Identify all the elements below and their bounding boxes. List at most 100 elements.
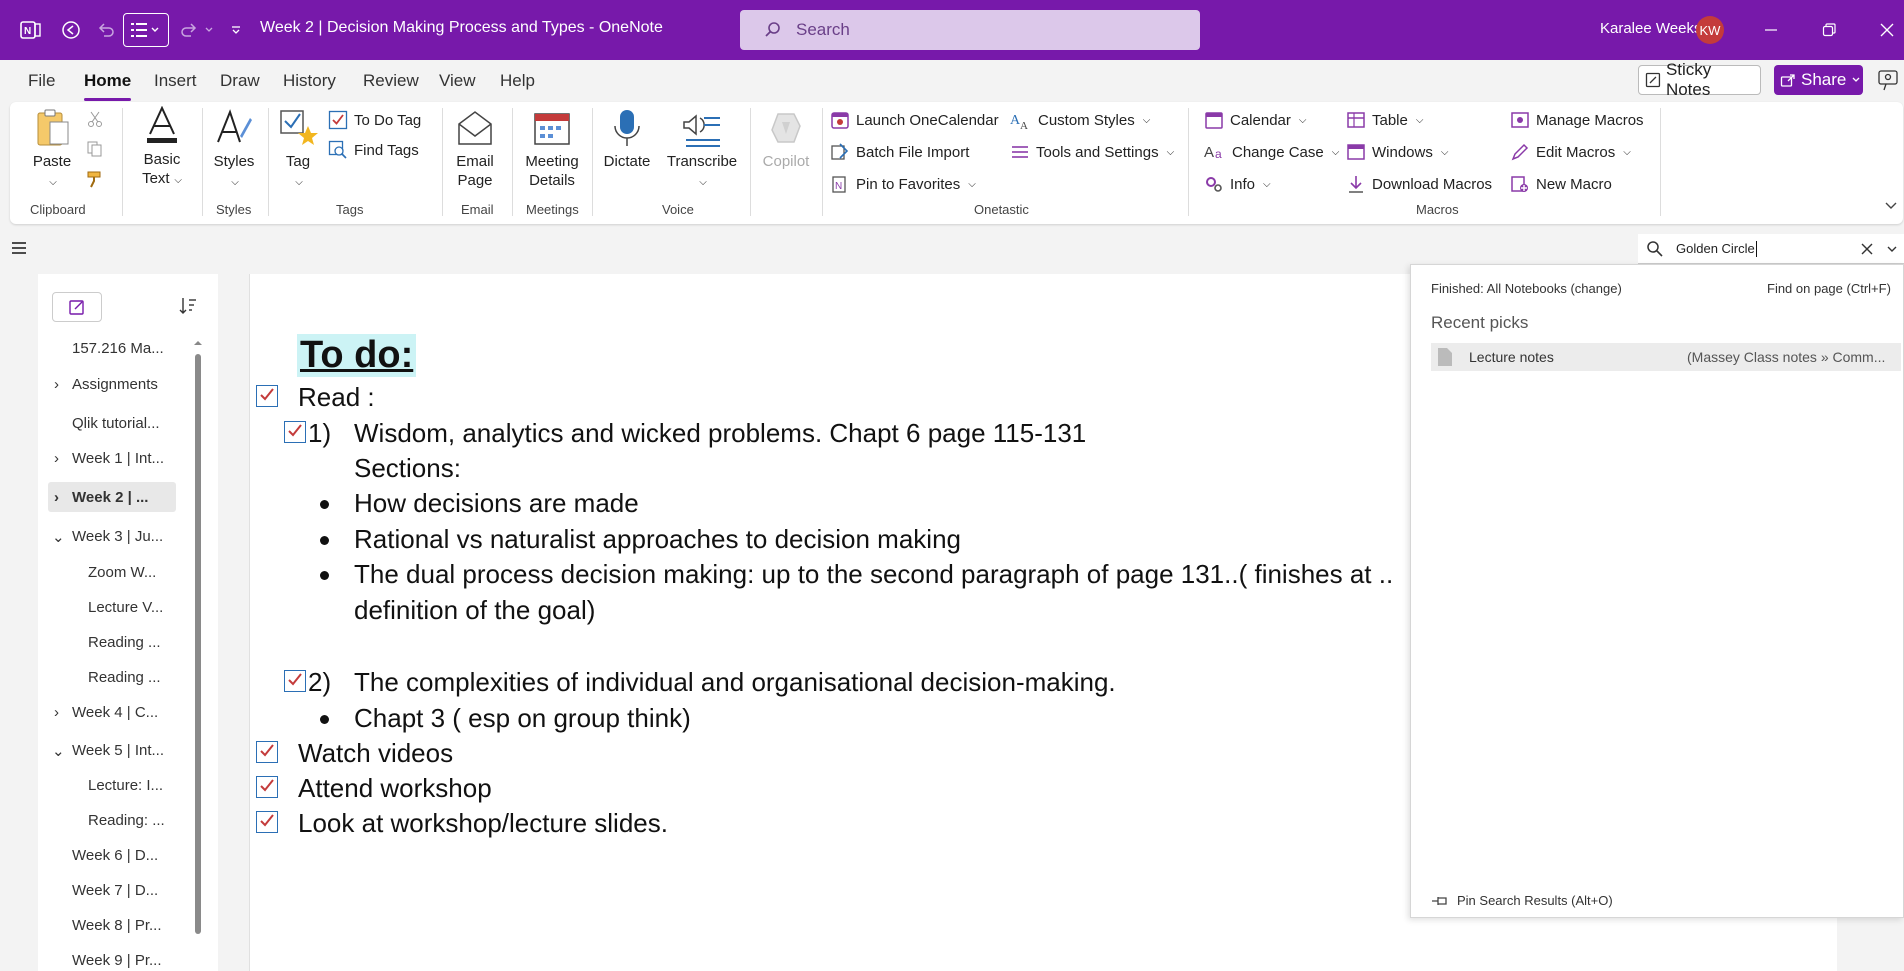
clear-search-icon[interactable] [1860, 242, 1874, 259]
tab-review[interactable]: Review [363, 71, 419, 91]
cut-icon[interactable] [86, 110, 104, 133]
search-scope-status[interactable]: Finished: All Notebooks (change) [1431, 281, 1622, 296]
page-item[interactable]: Week 9 | Pr... [72, 952, 162, 969]
email-page-button[interactable]: Email Page [450, 108, 500, 190]
page-item[interactable]: Reading ... [88, 669, 161, 686]
calendar-macro-button[interactable]: Calendar ⌵ [1204, 110, 1306, 130]
transcribe-button[interactable]: Transcribe ⌵ [660, 108, 744, 192]
note-item-2[interactable]: The complexities of individual and organ… [354, 667, 1116, 698]
page-item[interactable]: Assignments [72, 376, 158, 393]
page-item[interactable]: Zoom W... [88, 564, 156, 581]
tab-insert[interactable]: Insert [154, 71, 197, 91]
page-item[interactable]: Lecture V... [88, 599, 163, 616]
search-result-row[interactable]: Lecture notes (Massey Class notes » Comm… [1431, 343, 1901, 371]
launch-onecalendar-button[interactable]: Launch OneCalendar [830, 110, 999, 130]
manage-macros-button[interactable]: Manage Macros [1510, 110, 1644, 130]
note-sections[interactable]: Sections: [354, 453, 461, 484]
back-icon[interactable] [56, 14, 86, 46]
page-item[interactable]: Week 6 | D... [72, 847, 158, 864]
restore-icon[interactable] [1814, 14, 1844, 46]
basic-text-button[interactable]: Basic Text ⌵ [128, 106, 196, 190]
section-collapse-icon[interactable]: ⌄ [52, 528, 65, 546]
todo-checkbox[interactable] [256, 811, 278, 833]
pin-search-results-button[interactable]: Pin Search Results (Alt+O) [1431, 893, 1613, 908]
note-look-at-slides[interactable]: Look at workshop/lecture slides. [298, 808, 668, 839]
windows-macro-button[interactable]: Windows ⌵ [1346, 142, 1448, 162]
tab-history[interactable]: History [283, 71, 336, 91]
note-read[interactable]: Read : [298, 382, 375, 413]
find-tags-button[interactable]: Find Tags [328, 140, 419, 160]
change-case-button[interactable]: Aa Change Case ⌵ [1204, 142, 1339, 162]
minimize-icon[interactable] [1756, 14, 1786, 46]
customize-toolbar-icon[interactable] [228, 14, 244, 46]
list-view-button[interactable] [123, 13, 169, 47]
page-item[interactable]: Week 7 | D... [72, 882, 158, 899]
section-collapse-icon[interactable]: ⌄ [52, 742, 65, 760]
section-expander-icon[interactable]: › [54, 450, 59, 467]
pin-to-favorites-button[interactable]: N Pin to Favorites ⌵ [830, 174, 976, 194]
page-item[interactable]: Week 1 | Int... [72, 450, 164, 467]
batch-file-import-button[interactable]: Batch File Import [830, 142, 969, 162]
hamburger-menu-icon[interactable] [10, 240, 28, 261]
page-item[interactable]: 157.216 Ma... [72, 340, 164, 357]
page-item[interactable]: Week 4 | C... [72, 704, 158, 721]
note-attend-workshop[interactable]: Attend workshop [298, 773, 492, 804]
tab-help[interactable]: Help [500, 71, 535, 91]
note-bullet-4[interactable]: Chapt 3 ( esp on group think) [354, 703, 691, 734]
scrollbar-thumb[interactable] [195, 354, 201, 934]
tab-view[interactable]: View [439, 71, 476, 91]
note-item-1[interactable]: Wisdom, analytics and wicked problems. C… [354, 418, 1086, 449]
page-item-selected[interactable]: › Week 2 | ... [48, 482, 176, 512]
tab-home[interactable]: Home [84, 71, 131, 91]
user-name[interactable]: Karalee Weeks [1600, 20, 1701, 37]
todo-checkbox[interactable] [284, 670, 306, 692]
search-scope-dropdown-icon[interactable] [1886, 243, 1898, 258]
todo-checkbox[interactable] [256, 385, 278, 407]
note-bullet-2[interactable]: Rational vs naturalist approaches to dec… [354, 524, 961, 555]
page-item[interactable]: Reading: ... [88, 812, 165, 829]
tools-and-settings-button[interactable]: Tools and Settings ⌵ [1010, 142, 1174, 162]
styles-button[interactable]: Styles ⌵ [206, 108, 262, 192]
find-on-page-link[interactable]: Find on page (Ctrl+F) [1767, 281, 1891, 296]
info-macro-button[interactable]: Info ⌵ [1204, 174, 1271, 194]
redo-icon[interactable] [176, 14, 202, 46]
note-watch-videos[interactable]: Watch videos [298, 738, 453, 769]
close-window-icon[interactable] [1872, 14, 1902, 46]
todo-checkbox[interactable] [256, 776, 278, 798]
feedback-icon[interactable] [1876, 68, 1900, 97]
section-expander-icon[interactable]: › [54, 704, 59, 721]
tab-draw[interactable]: Draw [220, 71, 260, 91]
add-page-button[interactable] [52, 292, 102, 322]
todo-checkbox[interactable] [284, 421, 306, 443]
custom-styles-button[interactable]: AA Custom Styles ⌵ [1010, 110, 1150, 131]
new-macro-button[interactable]: New Macro [1510, 174, 1612, 194]
share-button[interactable]: Share [1774, 65, 1863, 95]
redo-dropdown-icon[interactable] [202, 14, 216, 46]
page-title[interactable]: To do: [297, 334, 417, 377]
undo-icon[interactable] [92, 14, 120, 46]
page-item[interactable]: Reading ... [88, 634, 161, 651]
sort-pages-icon[interactable] [178, 296, 198, 321]
paste-button[interactable]: Paste ⌵ [28, 108, 76, 192]
dictate-button[interactable]: Dictate [600, 108, 654, 171]
page-item[interactable]: Qlik tutorial... [72, 415, 160, 432]
note-bullet-3[interactable]: The dual process decision making: up to … [354, 559, 1393, 590]
format-painter-icon[interactable] [86, 170, 104, 193]
collapse-ribbon-icon[interactable] [1884, 198, 1898, 217]
page-item[interactable]: Week 5 | Int... [72, 742, 164, 759]
avatar[interactable]: KW [1696, 16, 1724, 44]
copy-icon[interactable] [86, 140, 104, 163]
section-expander-icon[interactable]: › [54, 376, 59, 393]
tab-file[interactable]: File [28, 71, 55, 91]
find-search-box[interactable]: Golden Circle [1638, 234, 1904, 264]
note-bullet-3-continued[interactable]: definition of the goal) [354, 595, 595, 626]
sticky-notes-button[interactable]: Sticky Notes [1638, 60, 1761, 99]
page-item[interactable]: Week 3 | Ju... [72, 528, 163, 545]
meeting-details-button[interactable]: Meeting Details [520, 108, 584, 190]
find-query[interactable]: Golden Circle [1676, 241, 1755, 256]
todo-checkbox[interactable] [256, 741, 278, 763]
download-macros-button[interactable]: Download Macros [1346, 174, 1492, 194]
table-macro-button[interactable]: Table ⌵ [1346, 110, 1423, 130]
page-item[interactable]: Week 8 | Pr... [72, 917, 162, 934]
to-do-tag-button[interactable]: To Do Tag [328, 110, 421, 130]
